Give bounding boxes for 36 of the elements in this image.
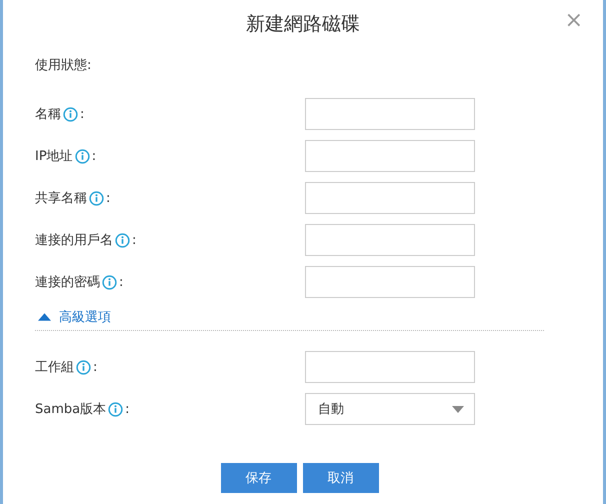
colon: : [132, 232, 136, 248]
colon: : [125, 402, 130, 416]
field-label: IP地址 [35, 148, 73, 165]
info-icon[interactable] [102, 274, 117, 290]
input-field[interactable] [305, 224, 475, 256]
colon: : [106, 190, 110, 206]
field-label: 共享名稱 [35, 190, 87, 207]
input-field[interactable] [305, 98, 475, 130]
dialog-title: 新建網路磁碟 [246, 12, 360, 37]
field-label: 名稱 [35, 106, 61, 123]
caret-icon [452, 406, 464, 412]
info-icon[interactable] [115, 232, 130, 248]
field-label: 連接的用戶名 [35, 232, 113, 249]
close-button[interactable]: × [560, 8, 587, 33]
info-icon[interactable] [76, 360, 91, 374]
dialog-button[interactable]: 取消 [302, 463, 378, 493]
field-label: Samba版本 [35, 401, 106, 418]
info-icon[interactable] [74, 148, 90, 164]
dialog-button[interactable]: 保存 [220, 463, 296, 493]
colon: : [92, 148, 96, 164]
input-field[interactable] [305, 351, 475, 383]
status-label: 使用狀態: [35, 57, 92, 75]
input-field[interactable] [305, 140, 475, 172]
info-icon[interactable] [89, 190, 104, 206]
field-label: 連接的密碼 [35, 274, 100, 291]
triangle-icon [38, 313, 51, 321]
colon: : [93, 360, 98, 374]
input-field[interactable] [305, 266, 475, 298]
info-icon[interactable] [63, 106, 78, 122]
field-label: 工作組 [35, 359, 74, 376]
colon: : [119, 274, 124, 290]
input-field[interactable] [305, 182, 475, 214]
advanced-options-toggle[interactable]: 高級選項 [35, 306, 114, 328]
info-icon[interactable] [108, 402, 124, 416]
dropdown[interactable]: 自動 [305, 393, 475, 425]
colon: : [80, 106, 84, 122]
